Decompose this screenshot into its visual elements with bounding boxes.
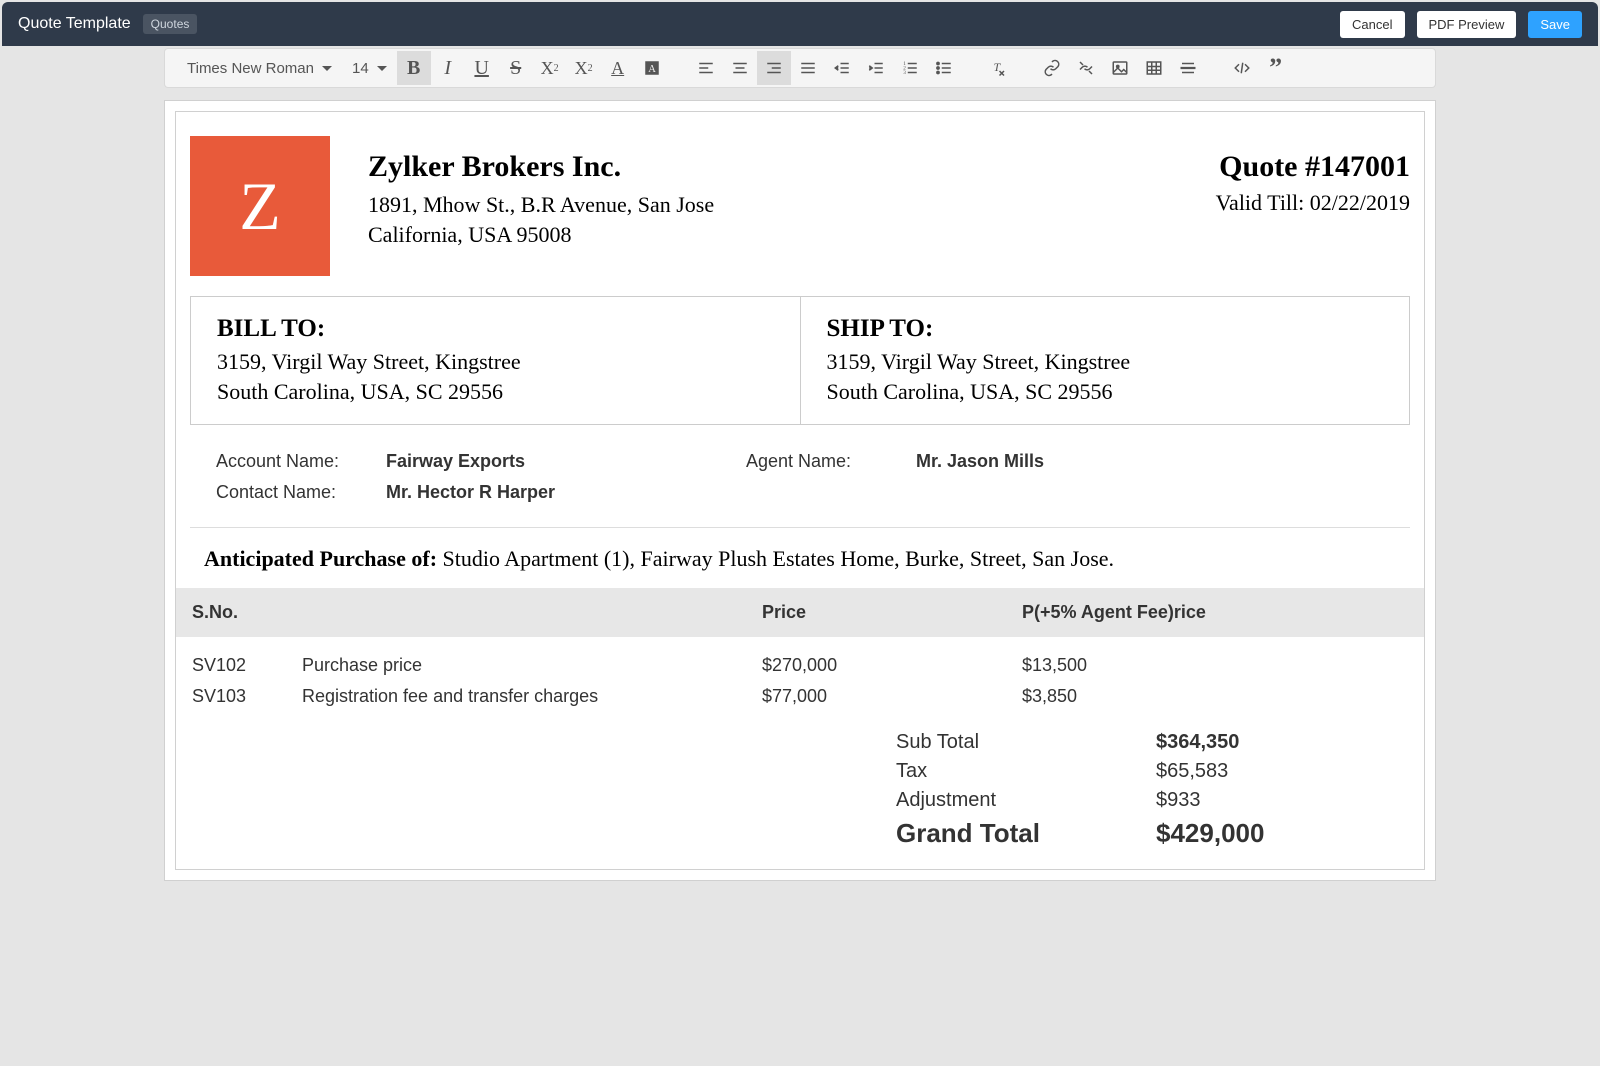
- editor-toolbar: Times New Roman 14 B I U S X2 X2 A A 123…: [164, 48, 1436, 88]
- table-icon[interactable]: [1137, 51, 1171, 85]
- indent-icon[interactable]: [859, 51, 893, 85]
- adjustment-value: $933: [1156, 789, 1408, 812]
- col-sno: S.No.: [176, 588, 286, 637]
- outdent-icon[interactable]: [825, 51, 859, 85]
- cell-fee: $13,500: [1006, 637, 1424, 678]
- agent-name-value: Mr. Jason Mills: [916, 451, 1384, 472]
- blockquote-icon[interactable]: ”: [1259, 51, 1293, 85]
- text-color-icon[interactable]: A: [601, 51, 635, 85]
- underline-icon[interactable]: U: [465, 51, 499, 85]
- align-center-icon[interactable]: [723, 51, 757, 85]
- align-left-icon[interactable]: [689, 51, 723, 85]
- ordered-list-icon[interactable]: 123: [893, 51, 927, 85]
- image-icon[interactable]: [1103, 51, 1137, 85]
- font-size-select[interactable]: 14: [342, 54, 397, 83]
- top-bar: Quote Template Quotes Cancel PDF Preview…: [2, 2, 1598, 46]
- company-logo: Z: [190, 136, 330, 276]
- ship-to-line1: 3159, Virgil Way Street, Kingstree: [827, 347, 1384, 377]
- font-family-select[interactable]: Times New Roman: [177, 54, 342, 83]
- quote-valid-till: Valid Till: 02/22/2019: [1216, 190, 1410, 216]
- cell-fee: $3,850: [1006, 678, 1424, 709]
- document-canvas[interactable]: Z Zylker Brokers Inc. 1891, Mhow St., B.…: [164, 100, 1436, 881]
- bill-to-line2: South Carolina, USA, SC 29556: [217, 377, 774, 407]
- unordered-list-icon[interactable]: [927, 51, 961, 85]
- cell-sno: SV102: [176, 637, 286, 678]
- account-name-label: Account Name:: [216, 451, 386, 472]
- svg-text:3: 3: [903, 70, 906, 76]
- subtotal-label: Sub Total: [896, 731, 1156, 754]
- bill-to-line1: 3159, Virgil Way Street, Kingstree: [217, 347, 774, 377]
- pdf-preview-button[interactable]: PDF Preview: [1417, 11, 1517, 38]
- save-button[interactable]: Save: [1528, 11, 1582, 38]
- company-name: Zylker Brokers Inc.: [368, 150, 1216, 184]
- cell-desc: Purchase price: [286, 637, 746, 678]
- align-justify-icon[interactable]: [791, 51, 825, 85]
- table-row: SV103 Registration fee and transfer char…: [176, 678, 1424, 709]
- col-price: Price: [746, 588, 1006, 637]
- align-right-icon[interactable]: [757, 51, 791, 85]
- col-desc: [286, 588, 746, 637]
- tax-label: Tax: [896, 760, 1156, 783]
- background-color-icon[interactable]: A: [635, 51, 669, 85]
- link-icon[interactable]: [1035, 51, 1069, 85]
- grand-total-label: Grand Total: [896, 818, 1156, 849]
- cell-sno: SV103: [176, 678, 286, 709]
- code-view-icon[interactable]: [1225, 51, 1259, 85]
- anticipated-purchase-label: Anticipated Purchase of:: [204, 546, 437, 571]
- contact-name-label: Contact Name:: [216, 482, 386, 503]
- cell-desc: Registration fee and transfer charges: [286, 678, 746, 709]
- horizontal-rule-icon[interactable]: [1171, 51, 1205, 85]
- bold-icon[interactable]: B: [397, 51, 431, 85]
- quotes-badge[interactable]: Quotes: [143, 14, 198, 34]
- svg-text:A: A: [648, 64, 656, 75]
- cell-price: $270,000: [746, 637, 1006, 678]
- clear-formatting-icon[interactable]: T: [981, 51, 1015, 85]
- agent-name-label: Agent Name:: [746, 451, 916, 472]
- subscript-icon[interactable]: X2: [533, 51, 567, 85]
- account-name-value: Fairway Exports: [386, 451, 746, 472]
- col-fee: P(+5% Agent Fee)rice: [1006, 588, 1424, 637]
- table-row: SV102 Purchase price $270,000 $13,500: [176, 637, 1424, 678]
- ship-to-title: SHIP TO:: [827, 315, 1384, 343]
- strikethrough-icon[interactable]: S: [499, 51, 533, 85]
- grand-total-value: $429,000: [1156, 818, 1408, 849]
- contact-name-value: Mr. Hector R Harper: [386, 482, 746, 503]
- divider: [190, 527, 1410, 528]
- unlink-icon[interactable]: [1069, 51, 1103, 85]
- page-title: Quote Template: [18, 15, 131, 33]
- ship-to-line2: South Carolina, USA, SC 29556: [827, 377, 1384, 407]
- tax-value: $65,583: [1156, 760, 1408, 783]
- superscript-icon[interactable]: X2: [567, 51, 601, 85]
- adjustment-label: Adjustment: [896, 789, 1156, 812]
- cell-price: $77,000: [746, 678, 1006, 709]
- company-address-line1: 1891, Mhow St., B.R Avenue, San Jose: [368, 190, 1216, 220]
- anticipated-purchase-text: Studio Apartment (1), Fairway Plush Esta…: [437, 546, 1114, 571]
- cancel-button[interactable]: Cancel: [1340, 11, 1404, 38]
- italic-icon[interactable]: I: [431, 51, 465, 85]
- company-address-line2: California, USA 95008: [368, 220, 1216, 250]
- quote-number: Quote #147001: [1216, 150, 1410, 184]
- bill-to-title: BILL TO:: [217, 315, 774, 343]
- subtotal-value: $364,350: [1156, 731, 1408, 754]
